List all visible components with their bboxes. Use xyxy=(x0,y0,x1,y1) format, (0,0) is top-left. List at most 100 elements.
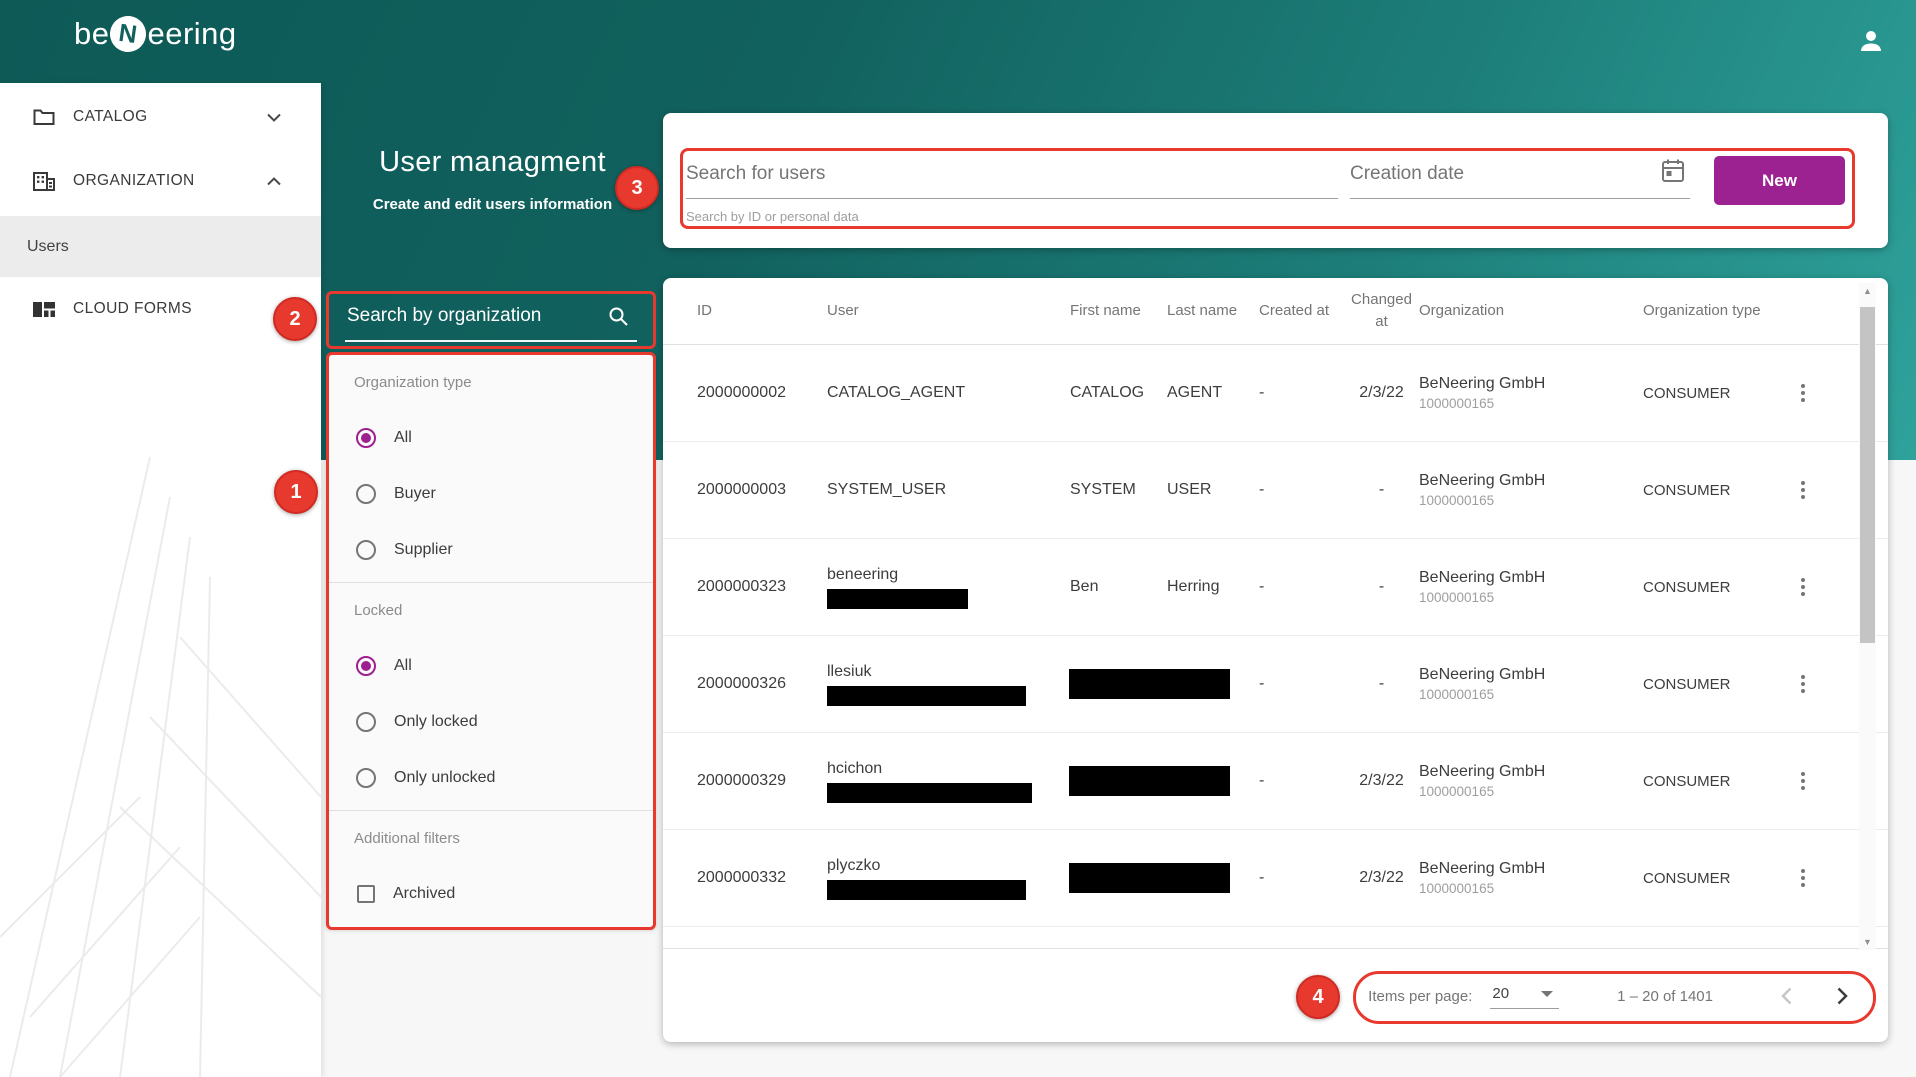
input-underline xyxy=(1350,198,1690,199)
kebab-menu-icon[interactable] xyxy=(1791,573,1815,601)
previous-page-button[interactable] xyxy=(1771,981,1801,1011)
column-header-changed-at: Changed at xyxy=(1344,289,1419,334)
scroll-up-arrow-icon[interactable]: ▲ xyxy=(1859,283,1876,299)
logo-n-icon: N xyxy=(108,14,149,55)
calendar-icon[interactable] xyxy=(1661,158,1685,189)
cell-changed-at: 2/3/22 xyxy=(1344,869,1419,887)
creation-date-placeholder: Creation date xyxy=(1350,163,1690,185)
scroll-down-arrow-icon[interactable]: ▼ xyxy=(1859,934,1876,950)
user-search-placeholder: Search for users xyxy=(686,163,1338,185)
username-text: beneering xyxy=(827,566,1070,584)
grid-icon xyxy=(33,302,55,317)
cell-first-name: CATALOG xyxy=(1070,384,1167,402)
username-text: plyczko xyxy=(827,857,1070,875)
chevron-down-icon[interactable] xyxy=(267,113,281,122)
cell-created-at: - xyxy=(1259,675,1344,693)
checkbox-archived[interactable]: Archived xyxy=(326,872,656,916)
page-range-label: 1 – 20 of 1401 xyxy=(1617,988,1713,1005)
kebab-menu-icon[interactable] xyxy=(1791,476,1815,504)
folder-icon xyxy=(33,108,55,126)
organization-icon xyxy=(33,172,55,191)
table-body: 2000000002 CATALOG_AGENT CATALOG AGENT -… xyxy=(663,345,1888,927)
sidebar-item-users[interactable]: Users xyxy=(0,216,321,277)
annotation-badge-3: 3 xyxy=(615,166,659,210)
creation-date-input[interactable]: Creation date xyxy=(1350,163,1690,199)
kebab-menu-icon[interactable] xyxy=(1791,767,1815,795)
cell-organization-type: CONSUMER xyxy=(1643,482,1791,499)
column-header-organization-type: Organization type xyxy=(1643,300,1791,323)
cell-user: beneering xyxy=(827,566,1070,609)
next-page-button[interactable] xyxy=(1827,981,1857,1011)
cell-organization-type: CONSUMER xyxy=(1643,676,1791,693)
cell-user: llesiuk xyxy=(827,663,1070,706)
kebab-menu-icon[interactable] xyxy=(1791,670,1815,698)
new-user-button[interactable]: New xyxy=(1714,156,1845,205)
cell-first-name: Ben xyxy=(1070,578,1167,596)
divider xyxy=(326,582,656,583)
sidebar-item-cloud-forms[interactable]: CLOUD FORMS xyxy=(0,277,321,341)
redaction-bar xyxy=(1069,863,1230,893)
app-logo: beNeering xyxy=(74,16,237,52)
radio-icon xyxy=(356,712,376,732)
chevron-up-icon[interactable] xyxy=(267,177,281,186)
kebab-menu-icon[interactable] xyxy=(1791,379,1815,407)
cell-organization: BeNeering GmbH 1000000165 xyxy=(1419,860,1643,896)
table-row[interactable]: 2000000003 SYSTEM_USER SYSTEM USER - - B… xyxy=(663,442,1888,539)
divider xyxy=(326,810,656,811)
cell-organization: BeNeering GmbH 1000000165 xyxy=(1419,375,1643,411)
table-row[interactable]: 2000000002 CATALOG_AGENT CATALOG AGENT -… xyxy=(663,345,1888,442)
table-header: ID User First name Last name Created at … xyxy=(663,278,1888,345)
username-text: llesiuk xyxy=(827,663,1070,681)
cell-organization: BeNeering GmbH 1000000165 xyxy=(1419,763,1643,799)
table-row[interactable]: 2000000323 beneering Ben Herring - - BeN… xyxy=(663,539,1888,636)
radio-org-type-all[interactable]: All xyxy=(326,416,656,460)
radio-only-locked[interactable]: Only locked xyxy=(326,700,656,744)
logo-text: be xyxy=(74,16,109,52)
radio-locked-all[interactable]: All xyxy=(326,644,656,688)
sidebar-item-organization[interactable]: ORGANIZATION xyxy=(0,149,321,213)
vertical-scrollbar[interactable]: ▲ ▼ xyxy=(1859,283,1876,950)
cell-changed-at: 2/3/22 xyxy=(1344,772,1419,790)
items-per-page-value: 20 xyxy=(1492,985,1509,1002)
checkbox-icon xyxy=(357,885,375,903)
items-per-page-label: Items per page: xyxy=(1368,988,1472,1005)
radio-org-type-supplier[interactable]: Supplier xyxy=(326,528,656,572)
account-icon[interactable] xyxy=(1856,26,1886,56)
cell-last-name: Herring xyxy=(1167,578,1259,596)
redaction-bar xyxy=(827,880,1026,900)
dropdown-caret-icon xyxy=(1541,991,1553,997)
filter-group-label: Locked xyxy=(354,602,402,619)
cell-created-at: - xyxy=(1259,772,1344,790)
sidebar-item-label: CATALOG xyxy=(73,108,148,126)
cell-id: 2000000329 xyxy=(697,772,827,790)
table-row[interactable]: 2000000332 plyczko - 2/3/22 BeNeering Gm… xyxy=(663,830,1888,927)
cell-first-name: SYSTEM xyxy=(1070,481,1167,499)
redaction-bar xyxy=(827,686,1026,706)
username-text: hcichon xyxy=(827,760,1070,778)
cell-id: 2000000332 xyxy=(697,869,827,887)
building-watermark xyxy=(0,377,321,1077)
kebab-menu-icon[interactable] xyxy=(1791,864,1815,892)
table-row[interactable]: 2000000329 hcichon - 2/3/22 BeNeering Gm… xyxy=(663,733,1888,830)
cell-user: plyczko xyxy=(827,857,1070,900)
cell-id: 2000000003 xyxy=(697,481,827,499)
sidebar-item-catalog[interactable]: CATALOG xyxy=(0,85,321,149)
radio-only-unlocked[interactable]: Only unlocked xyxy=(326,756,656,800)
radio-org-type-buyer[interactable]: Buyer xyxy=(326,472,656,516)
annotation-badge-4: 4 xyxy=(1296,975,1340,1019)
username-text: CATALOG_AGENT xyxy=(827,384,1070,402)
cell-created-at: - xyxy=(1259,384,1344,402)
organization-search-input[interactable]: Search by organization xyxy=(345,296,637,342)
scrollbar-thumb[interactable] xyxy=(1860,307,1875,643)
sidebar-item-label: ORGANIZATION xyxy=(73,172,195,190)
username-text: SYSTEM_USER xyxy=(827,481,1070,499)
items-per-page-select[interactable]: 20 xyxy=(1490,983,1559,1009)
cell-organization-type: CONSUMER xyxy=(1643,870,1791,887)
page-subtitle: Create and edit users information xyxy=(325,196,660,213)
table-row[interactable]: 2000000326 llesiuk - - BeNeering GmbH 10… xyxy=(663,636,1888,733)
user-search-input[interactable]: Search for users xyxy=(686,163,1338,199)
cell-last-name: AGENT xyxy=(1167,384,1259,402)
page-header: User managment Create and edit users inf… xyxy=(325,146,660,213)
cell-changed-at: 2/3/22 xyxy=(1344,384,1419,402)
cell-organization: BeNeering GmbH 1000000165 xyxy=(1419,666,1643,702)
